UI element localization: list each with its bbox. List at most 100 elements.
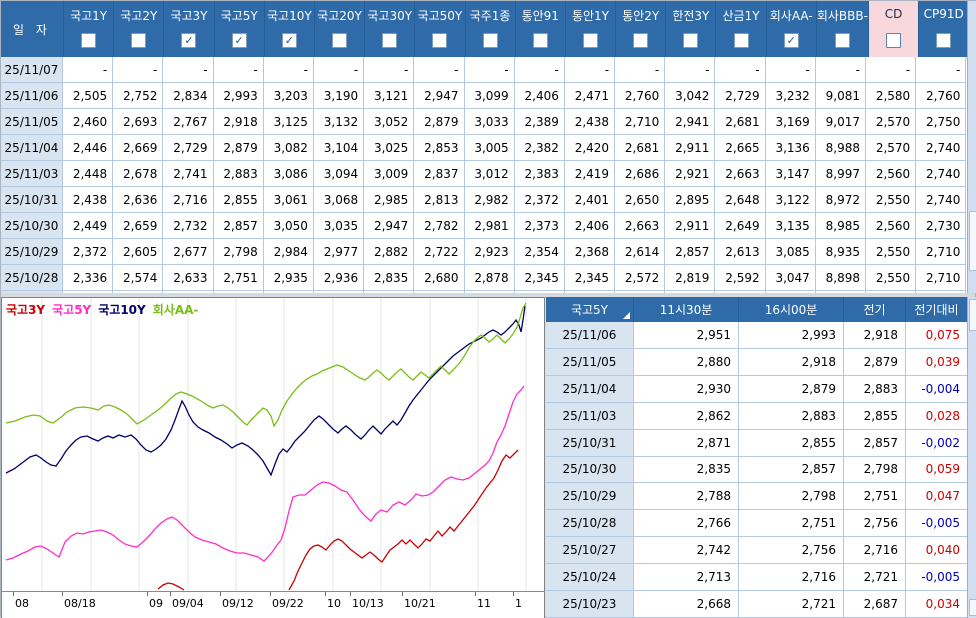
rate-cell[interactable]: 2,550 [866, 265, 916, 291]
rate-cell[interactable]: 2,648 [715, 187, 765, 213]
rate-cell[interactable]: 3,086 [264, 161, 314, 187]
rate-cell[interactable]: 2,710 [916, 239, 966, 265]
rate-cell[interactable]: 2,716 [163, 187, 213, 213]
quote-table-scrollbar-bottom[interactable] [969, 599, 976, 616]
column-checkbox[interactable] [81, 33, 96, 48]
rate-cell[interactable]: 2,460 [63, 109, 113, 135]
quote-1130[interactable]: 2,930 [634, 376, 739, 403]
quote-date[interactable]: 25/11/05 [546, 349, 634, 376]
rate-cell[interactable]: 2,406 [515, 83, 565, 109]
quote-prev[interactable]: 2,918 [844, 322, 906, 349]
rate-cell[interactable]: 2,505 [63, 83, 113, 109]
quote-date[interactable]: 25/11/03 [546, 403, 634, 430]
quote-change[interactable]: 0,039 [906, 349, 967, 376]
rate-cell[interactable]: 3,125 [264, 109, 314, 135]
quote-prev[interactable]: 2,716 [844, 537, 906, 564]
rate-cell[interactable]: - [916, 57, 966, 83]
rate-cell[interactable]: 3,052 [364, 109, 414, 135]
rate-cell[interactable]: - [214, 57, 264, 83]
rate-cell[interactable]: 2,710 [615, 109, 665, 135]
rate-cell[interactable]: 9,081 [816, 83, 866, 109]
rate-cell[interactable]: 2,853 [414, 135, 464, 161]
rate-cell[interactable]: 2,911 [665, 213, 715, 239]
rate-cell[interactable]: 3,025 [364, 135, 414, 161]
rate-cell[interactable]: - [364, 57, 414, 83]
row-date[interactable]: 25/11/04 [1, 135, 63, 161]
quote-date[interactable]: 25/10/31 [546, 430, 634, 457]
rate-cell[interactable]: 2,732 [163, 213, 213, 239]
column-header-회사AA-[interactable]: 회사AA-✓ [767, 1, 817, 57]
row-date[interactable]: 25/11/03 [1, 161, 63, 187]
rate-cell[interactable]: 3,068 [314, 187, 364, 213]
rate-cell[interactable]: - [264, 57, 314, 83]
quote-row-25/11/06[interactable]: 25/11/062,9512,9932,9180,075 [546, 322, 967, 349]
quote-1600[interactable]: 2,918 [739, 349, 844, 376]
row-date[interactable]: 25/11/05 [1, 109, 63, 135]
row-date[interactable]: 25/10/31 [1, 187, 63, 213]
rate-cell[interactable]: 2,419 [565, 161, 615, 187]
rate-cell[interactable]: 9,017 [816, 109, 866, 135]
rate-cell[interactable]: 2,740 [916, 161, 966, 187]
column-header-국고50Y[interactable]: 국고50Y [415, 1, 465, 57]
rate-row-25/10/28[interactable]: 25/10/282,3362,5742,6332,7512,9352,9362,… [1, 265, 967, 291]
quote-table-scrollbar-thumb[interactable] [969, 299, 976, 331]
quote-prev[interactable]: 2,857 [844, 430, 906, 457]
rate-cell[interactable]: 2,438 [63, 187, 113, 213]
rate-cell[interactable]: 2,580 [866, 83, 916, 109]
rate-cell[interactable]: 2,835 [364, 265, 414, 291]
column-header-국고10Y[interactable]: 국고10Y✓ [265, 1, 315, 57]
rate-cell[interactable]: 8,985 [816, 213, 866, 239]
quote-row-25/10/31[interactable]: 25/10/312,8712,8552,857-0,002 [546, 430, 967, 457]
column-checkbox[interactable] [936, 33, 951, 48]
rate-row-25/11/04[interactable]: 25/11/042,4462,6692,7292,8793,0823,1043,… [1, 135, 967, 161]
column-checkbox[interactable] [633, 33, 648, 48]
rate-row-25/10/30[interactable]: 25/10/302,4492,6592,7322,8573,0503,0352,… [1, 213, 967, 239]
rate-cell[interactable]: 2,678 [113, 161, 163, 187]
rate-cell[interactable]: 2,941 [665, 109, 715, 135]
column-header-국고30Y[interactable]: 국고30Y [365, 1, 415, 57]
quote-prev[interactable]: 2,879 [844, 349, 906, 376]
rate-cell[interactable]: 2,857 [665, 239, 715, 265]
quote-1130[interactable]: 2,668 [634, 591, 739, 618]
rate-cell[interactable]: 3,047 [766, 265, 816, 291]
column-checkbox[interactable] [131, 33, 146, 48]
quote-1130[interactable]: 2,766 [634, 510, 739, 537]
rate-cell[interactable]: 2,722 [414, 239, 464, 265]
quote-change[interactable]: 0,034 [906, 591, 967, 618]
rate-row-25/11/03[interactable]: 25/11/032,4482,6782,7412,8833,0863,0943,… [1, 161, 967, 187]
rate-row-25/10/29[interactable]: 25/10/292,3722,6052,6772,7982,9842,9772,… [1, 239, 967, 265]
quote-1600[interactable]: 2,993 [739, 322, 844, 349]
rate-cell[interactable]: 2,729 [715, 83, 765, 109]
rate-cell[interactable]: 3,012 [465, 161, 515, 187]
rate-cell[interactable]: 2,923 [465, 239, 515, 265]
quote-prev[interactable]: 2,721 [844, 564, 906, 591]
quote-date[interactable]: 25/10/23 [546, 591, 634, 618]
rate-cell[interactable]: 2,636 [113, 187, 163, 213]
quote-date[interactable]: 25/10/30 [546, 457, 634, 484]
rate-cell[interactable]: - [515, 57, 565, 83]
rate-cell[interactable]: 2,882 [364, 239, 414, 265]
rate-cell[interactable]: 2,560 [866, 161, 916, 187]
rate-cell[interactable]: 2,935 [264, 265, 314, 291]
rate-cell[interactable]: 2,659 [113, 213, 163, 239]
rate-cell[interactable]: 2,372 [63, 239, 113, 265]
quote-row-25/10/24[interactable]: 25/10/242,7132,7162,721-0,005 [546, 564, 967, 591]
rate-cell[interactable]: 2,663 [615, 213, 665, 239]
rate-cell[interactable]: 2,438 [565, 109, 615, 135]
column-header-국고2Y[interactable]: 국고2Y [114, 1, 164, 57]
rate-cell[interactable]: 2,710 [916, 265, 966, 291]
quote-row-25/10/23[interactable]: 25/10/232,6682,7212,6870,034 [546, 591, 967, 618]
rate-cell[interactable]: 2,382 [515, 135, 565, 161]
rate-cell[interactable]: 3,099 [465, 83, 515, 109]
quote-row-25/10/29[interactable]: 25/10/292,7882,7982,7510,047 [546, 483, 967, 510]
rate-cell[interactable]: 2,782 [414, 213, 464, 239]
rate-cell[interactable]: - [414, 57, 464, 83]
rate-cell[interactable]: 3,033 [465, 109, 515, 135]
rate-grid-scrollbar-thumb[interactable] [969, 211, 976, 271]
rate-cell[interactable]: - [665, 57, 715, 83]
quote-change[interactable]: -0,005 [906, 564, 967, 591]
rate-cell[interactable]: - [565, 57, 615, 83]
column-checkbox[interactable] [835, 33, 850, 48]
quote-1130[interactable]: 2,788 [634, 483, 739, 510]
rate-cell[interactable]: 2,947 [414, 83, 464, 109]
